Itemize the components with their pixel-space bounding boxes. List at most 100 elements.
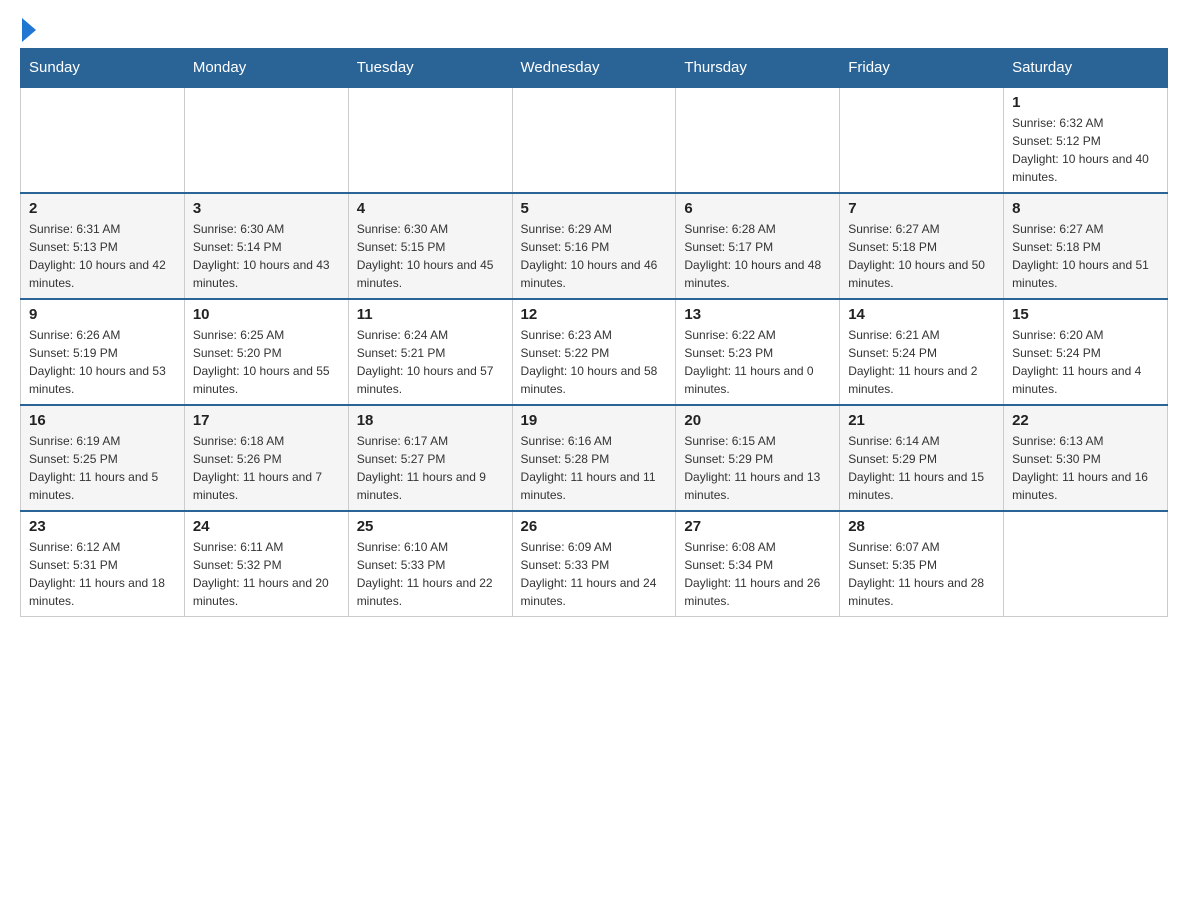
calendar-cell: 15 Sunrise: 6:20 AMSunset: 5:24 PMDayligh… [1004, 299, 1168, 405]
day-number: 16 [29, 412, 176, 429]
logo-arrow-icon [22, 18, 36, 42]
calendar-header-row: SundayMondayTuesdayWednesdayThursdayFrid… [21, 49, 1168, 88]
day-info: Sunrise: 6:26 AMSunset: 5:19 PMDaylight:… [29, 326, 176, 398]
calendar-cell [348, 87, 512, 193]
day-info: Sunrise: 6:17 AMSunset: 5:27 PMDaylight:… [357, 432, 504, 504]
day-info: Sunrise: 6:23 AMSunset: 5:22 PMDaylight:… [521, 326, 668, 398]
calendar-cell [184, 87, 348, 193]
day-info: Sunrise: 6:19 AMSunset: 5:25 PMDaylight:… [29, 432, 176, 504]
day-info: Sunrise: 6:24 AMSunset: 5:21 PMDaylight:… [357, 326, 504, 398]
day-info: Sunrise: 6:29 AMSunset: 5:16 PMDaylight:… [521, 220, 668, 292]
day-info: Sunrise: 6:11 AMSunset: 5:32 PMDaylight:… [193, 538, 340, 610]
day-number: 5 [521, 200, 668, 217]
day-number: 20 [684, 412, 831, 429]
calendar-cell: 22 Sunrise: 6:13 AMSunset: 5:30 PMDayligh… [1004, 405, 1168, 511]
column-header-friday: Friday [840, 49, 1004, 88]
day-number: 17 [193, 412, 340, 429]
column-header-sunday: Sunday [21, 49, 185, 88]
calendar-cell: 9 Sunrise: 6:26 AMSunset: 5:19 PMDaylight… [21, 299, 185, 405]
calendar-cell: 10 Sunrise: 6:25 AMSunset: 5:20 PMDayligh… [184, 299, 348, 405]
day-info: Sunrise: 6:08 AMSunset: 5:34 PMDaylight:… [684, 538, 831, 610]
day-number: 12 [521, 306, 668, 323]
week-row-2: 2 Sunrise: 6:31 AMSunset: 5:13 PMDaylight… [21, 193, 1168, 299]
day-info: Sunrise: 6:31 AMSunset: 5:13 PMDaylight:… [29, 220, 176, 292]
calendar-cell: 21 Sunrise: 6:14 AMSunset: 5:29 PMDayligh… [840, 405, 1004, 511]
column-header-wednesday: Wednesday [512, 49, 676, 88]
day-number: 22 [1012, 412, 1159, 429]
day-number: 2 [29, 200, 176, 217]
day-info: Sunrise: 6:20 AMSunset: 5:24 PMDaylight:… [1012, 326, 1159, 398]
day-number: 18 [357, 412, 504, 429]
day-number: 21 [848, 412, 995, 429]
day-number: 7 [848, 200, 995, 217]
day-number: 15 [1012, 306, 1159, 323]
calendar-cell [840, 87, 1004, 193]
day-number: 6 [684, 200, 831, 217]
day-number: 4 [357, 200, 504, 217]
day-number: 1 [1012, 94, 1159, 111]
day-number: 25 [357, 518, 504, 535]
calendar-cell: 17 Sunrise: 6:18 AMSunset: 5:26 PMDayligh… [184, 405, 348, 511]
day-info: Sunrise: 6:13 AMSunset: 5:30 PMDaylight:… [1012, 432, 1159, 504]
day-number: 19 [521, 412, 668, 429]
week-row-1: 1 Sunrise: 6:32 AMSunset: 5:12 PMDaylight… [21, 87, 1168, 193]
column-header-saturday: Saturday [1004, 49, 1168, 88]
day-info: Sunrise: 6:25 AMSunset: 5:20 PMDaylight:… [193, 326, 340, 398]
day-info: Sunrise: 6:14 AMSunset: 5:29 PMDaylight:… [848, 432, 995, 504]
calendar-cell: 25 Sunrise: 6:10 AMSunset: 5:33 PMDayligh… [348, 511, 512, 617]
day-info: Sunrise: 6:12 AMSunset: 5:31 PMDaylight:… [29, 538, 176, 610]
day-number: 13 [684, 306, 831, 323]
day-info: Sunrise: 6:16 AMSunset: 5:28 PMDaylight:… [521, 432, 668, 504]
day-info: Sunrise: 6:18 AMSunset: 5:26 PMDaylight:… [193, 432, 340, 504]
calendar-cell: 4 Sunrise: 6:30 AMSunset: 5:15 PMDaylight… [348, 193, 512, 299]
day-number: 3 [193, 200, 340, 217]
day-number: 14 [848, 306, 995, 323]
week-row-3: 9 Sunrise: 6:26 AMSunset: 5:19 PMDaylight… [21, 299, 1168, 405]
calendar-cell [1004, 511, 1168, 617]
calendar-cell: 8Sunrise: 6:27 AMSunset: 5:18 PMDaylight… [1004, 193, 1168, 299]
day-number: 10 [193, 306, 340, 323]
calendar-cell [21, 87, 185, 193]
calendar-cell: 20Sunrise: 6:15 AMSunset: 5:29 PMDayligh… [676, 405, 840, 511]
calendar-cell: 28 Sunrise: 6:07 AMSunset: 5:35 PMDayligh… [840, 511, 1004, 617]
day-info: Sunrise: 6:10 AMSunset: 5:33 PMDaylight:… [357, 538, 504, 610]
logo [20, 20, 36, 38]
calendar-cell: 16 Sunrise: 6:19 AMSunset: 5:25 PMDayligh… [21, 405, 185, 511]
day-number: 26 [521, 518, 668, 535]
day-number: 11 [357, 306, 504, 323]
column-header-monday: Monday [184, 49, 348, 88]
day-info: Sunrise: 6:30 AMSunset: 5:15 PMDaylight:… [357, 220, 504, 292]
day-number: 27 [684, 518, 831, 535]
calendar-cell: 2 Sunrise: 6:31 AMSunset: 5:13 PMDaylight… [21, 193, 185, 299]
calendar-cell: 27 Sunrise: 6:08 AMSunset: 5:34 PMDayligh… [676, 511, 840, 617]
week-row-4: 16 Sunrise: 6:19 AMSunset: 5:25 PMDayligh… [21, 405, 1168, 511]
calendar-cell: 1 Sunrise: 6:32 AMSunset: 5:12 PMDaylight… [1004, 87, 1168, 193]
week-row-5: 23 Sunrise: 6:12 AMSunset: 5:31 PMDayligh… [21, 511, 1168, 617]
calendar-cell: 14 Sunrise: 6:21 AMSunset: 5:24 PMDayligh… [840, 299, 1004, 405]
day-number: 9 [29, 306, 176, 323]
day-info: Sunrise: 6:30 AMSunset: 5:14 PMDaylight:… [193, 220, 340, 292]
day-number: 24 [193, 518, 340, 535]
day-info: Sunrise: 6:21 AMSunset: 5:24 PMDaylight:… [848, 326, 995, 398]
calendar-cell: 19 Sunrise: 6:16 AMSunset: 5:28 PMDayligh… [512, 405, 676, 511]
calendar-cell [676, 87, 840, 193]
calendar-cell: 13 Sunrise: 6:22 AMSunset: 5:23 PMDayligh… [676, 299, 840, 405]
calendar-cell: 5 Sunrise: 6:29 AMSunset: 5:16 PMDaylight… [512, 193, 676, 299]
day-info: Sunrise: 6:27 AMSunset: 5:18 PMDaylight:… [1012, 220, 1159, 292]
day-number: 23 [29, 518, 176, 535]
column-header-thursday: Thursday [676, 49, 840, 88]
calendar-cell: 23 Sunrise: 6:12 AMSunset: 5:31 PMDayligh… [21, 511, 185, 617]
day-number: 28 [848, 518, 995, 535]
calendar-cell: 24 Sunrise: 6:11 AMSunset: 5:32 PMDayligh… [184, 511, 348, 617]
day-info: Sunrise: 6:27 AMSunset: 5:18 PMDaylight:… [848, 220, 995, 292]
day-info: Sunrise: 6:07 AMSunset: 5:35 PMDaylight:… [848, 538, 995, 610]
day-info: Sunrise: 6:32 AMSunset: 5:12 PMDaylight:… [1012, 114, 1159, 186]
calendar-cell: 26Sunrise: 6:09 AMSunset: 5:33 PMDayligh… [512, 511, 676, 617]
page-header [20, 20, 1168, 38]
calendar-cell: 3 Sunrise: 6:30 AMSunset: 5:14 PMDaylight… [184, 193, 348, 299]
calendar-cell: 11 Sunrise: 6:24 AMSunset: 5:21 PMDayligh… [348, 299, 512, 405]
calendar-cell: 18 Sunrise: 6:17 AMSunset: 5:27 PMDayligh… [348, 405, 512, 511]
calendar-cell: 6Sunrise: 6:28 AMSunset: 5:17 PMDaylight… [676, 193, 840, 299]
day-info: Sunrise: 6:22 AMSunset: 5:23 PMDaylight:… [684, 326, 831, 398]
calendar-cell: 12 Sunrise: 6:23 AMSunset: 5:22 PMDayligh… [512, 299, 676, 405]
